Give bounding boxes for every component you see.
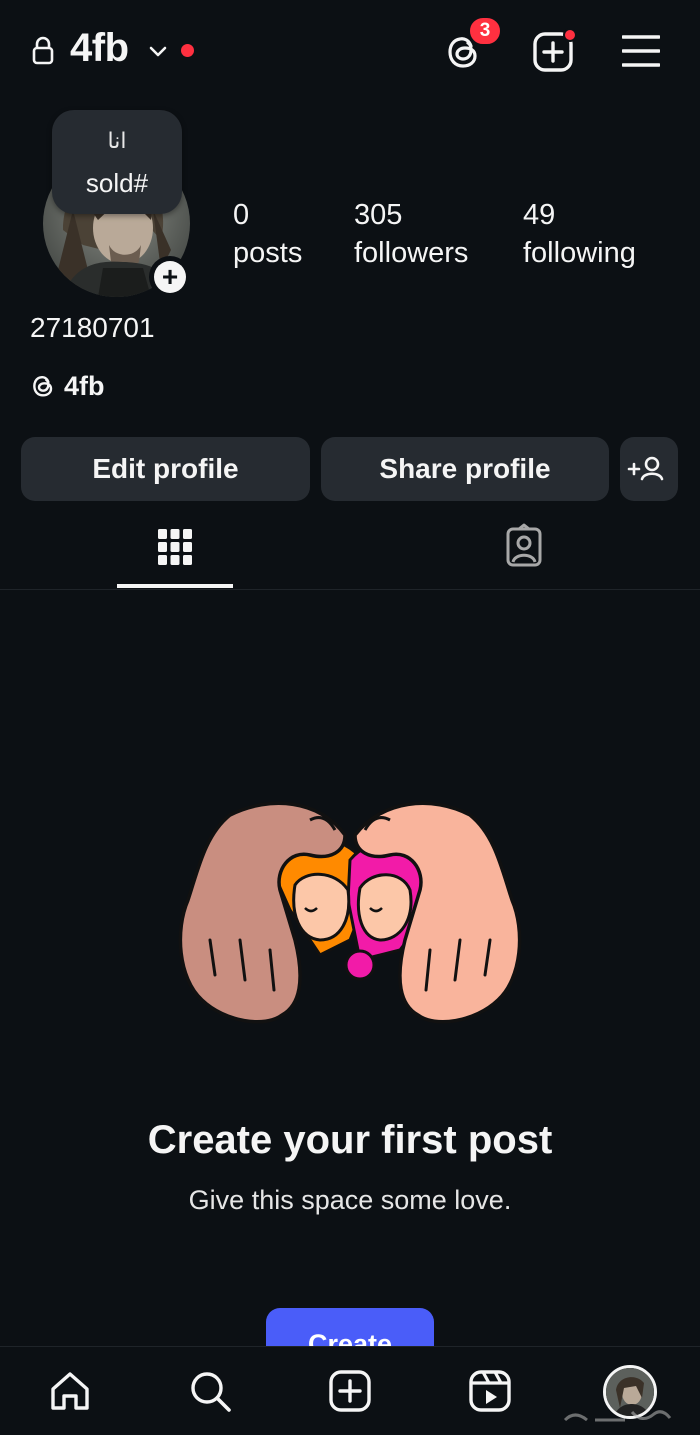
threads-icon xyxy=(33,375,53,397)
hamburger-menu-icon[interactable] xyxy=(622,33,660,69)
stat-number: 49 xyxy=(523,199,556,231)
top-bar: 4fb 3 xyxy=(0,0,700,104)
chevron-down-icon[interactable] xyxy=(147,40,169,62)
empty-state-title: Create your first post xyxy=(147,1118,553,1162)
stat-number: 0 xyxy=(233,199,250,231)
home-icon[interactable] xyxy=(48,1369,92,1413)
plus-icon: + xyxy=(154,261,186,293)
profile-screen: 4fb 3 + انا sold# 0 posts 305 followers … xyxy=(0,0,700,1435)
threads-handle: 4fb xyxy=(64,370,105,401)
stat-label: following xyxy=(523,237,636,269)
share-profile-button[interactable]: Share profile xyxy=(321,437,609,501)
account-username[interactable]: 4fb xyxy=(70,26,129,71)
profile-bio: 27180701 xyxy=(30,312,155,343)
discover-people-button[interactable] xyxy=(620,437,678,501)
heart-hands-illustration xyxy=(178,801,522,1024)
new-post-icon[interactable] xyxy=(328,1369,372,1413)
stat-posts[interactable]: 0 posts xyxy=(233,196,302,272)
tab-posts-grid[interactable] xyxy=(117,515,233,589)
stat-label: followers xyxy=(354,237,469,269)
add-story-button[interactable]: + xyxy=(149,256,191,298)
reels-icon[interactable] xyxy=(468,1369,512,1413)
threads-profile-link[interactable]: 4fb xyxy=(30,368,105,404)
threads-badge: 3 xyxy=(467,15,503,47)
watermark-logo xyxy=(563,1410,672,1422)
tabs-divider xyxy=(0,589,700,590)
add-person-icon xyxy=(627,456,664,481)
note-line-2: sold# xyxy=(85,168,149,198)
search-icon[interactable] xyxy=(188,1369,232,1413)
grid-icon xyxy=(158,529,192,565)
edit-profile-button[interactable]: Edit profile xyxy=(21,437,310,501)
profile-note-bubble[interactable]: انا sold# xyxy=(52,110,182,214)
account-notification-dot xyxy=(181,44,194,57)
stat-followers[interactable]: 305 followers xyxy=(354,196,468,272)
tagged-icon[interactable] xyxy=(500,522,548,570)
stat-number: 305 xyxy=(354,199,403,231)
note-line-1: انا xyxy=(107,128,127,153)
stat-label: posts xyxy=(233,237,303,269)
empty-state-subtitle: Give this space some love. xyxy=(188,1185,512,1215)
create-notification-dot xyxy=(563,28,577,42)
lock-icon xyxy=(32,36,54,65)
active-tab-indicator xyxy=(117,584,233,588)
stat-following[interactable]: 49 following xyxy=(523,196,636,272)
